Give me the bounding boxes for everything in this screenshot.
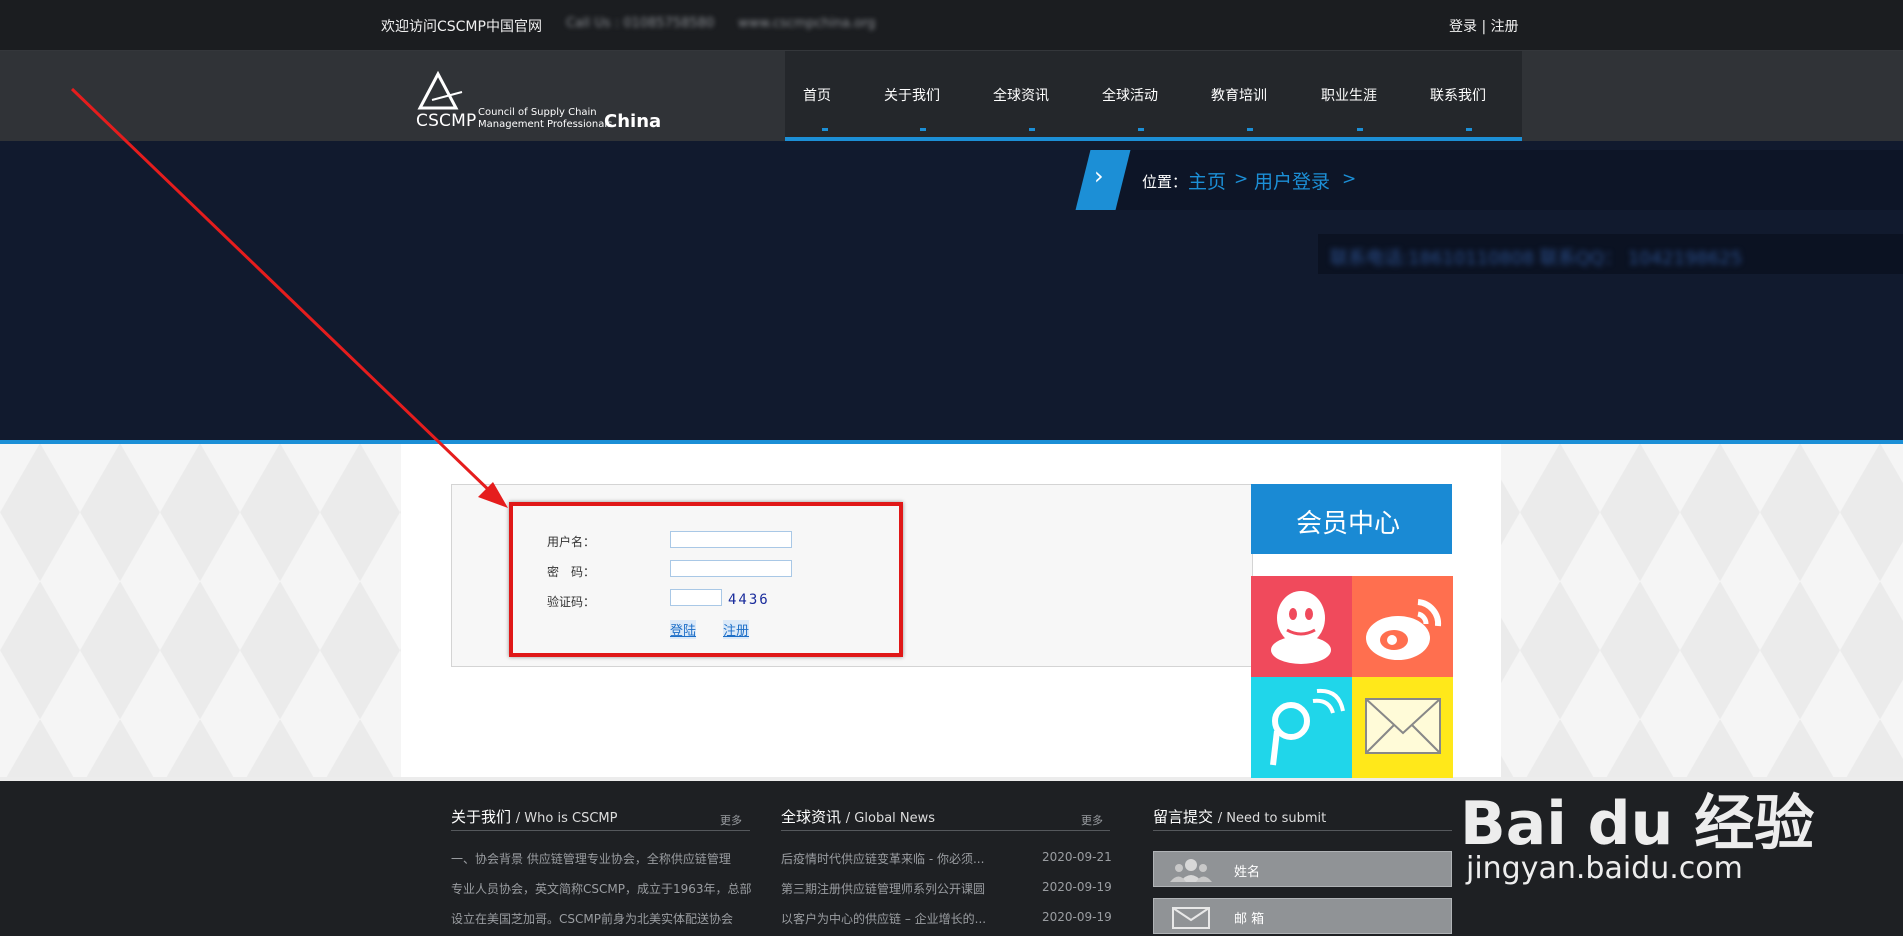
- logo-line1: Council of Supply Chain: [478, 107, 597, 118]
- nav-item-training[interactable]: 教育培训: [1211, 85, 1267, 105]
- footer-divider: [781, 830, 1110, 831]
- logo-subtitle: Council of Supply Chain Management Profe…: [478, 107, 612, 131]
- auth-links: 登录 | 注册: [1449, 16, 1519, 36]
- mail-icon: [1365, 698, 1441, 754]
- footer-about-more[interactable]: 更多: [720, 812, 742, 828]
- footer-about-subtitle: / Who is CSCMP: [515, 811, 618, 826]
- footer-news-item[interactable]: 第三期注册供应链管理师系列公开课圆: [781, 880, 985, 897]
- qq-tile[interactable]: [1251, 576, 1352, 677]
- logo-triangle-icon: [417, 70, 463, 110]
- footer-news-subtitle: / Global News: [845, 811, 936, 826]
- footer-news-title: 全球资讯 / Global News: [781, 806, 935, 827]
- logo-abbr: CSCMP: [416, 111, 477, 131]
- auth-separator: |: [1481, 19, 1487, 35]
- tencent-weibo-icon: [1270, 688, 1345, 766]
- nav-indicator: [1466, 128, 1472, 131]
- weibo-icon: [1366, 599, 1442, 660]
- site-url-text: www.cscmpchina.org: [738, 16, 876, 31]
- footer-news-date: 2020-09-19: [1042, 880, 1112, 894]
- tencent-weibo-tile[interactable]: [1251, 677, 1352, 778]
- contact-text: 联系电话:18610110808 联系QQ： 1042198625: [1330, 248, 1743, 269]
- annotation-highlight-box: [509, 502, 903, 657]
- nav-indicator: [1247, 128, 1253, 131]
- footer-about-line: 专业人员协会，英文简称CSCMP，成立于1963年，总部: [451, 882, 752, 896]
- footer-about-heading: 关于我们: [451, 808, 512, 826]
- breadcrumb-label: 位置：: [1142, 173, 1188, 191]
- nav-indicator: [1029, 128, 1035, 131]
- footer-news-heading: 全球资讯: [781, 808, 842, 826]
- welcome-text: 欢迎访问CSCMP中国官网: [381, 19, 542, 35]
- member-center-title: 会员中心: [1296, 509, 1401, 539]
- login-link[interactable]: 登录: [1449, 19, 1477, 35]
- logo-country: China: [604, 111, 662, 132]
- top-bar: 欢迎访问CSCMP中国官网 Call Us : 01085758580 www.…: [0, 0, 1903, 51]
- qq-icon: [1271, 591, 1331, 664]
- nav-indicator: [1138, 128, 1144, 131]
- nav-item-events[interactable]: 全球活动: [1102, 85, 1158, 105]
- nav-indicator: [1357, 128, 1363, 131]
- footer-email-field[interactable]: 邮 箱: [1153, 898, 1452, 934]
- nav-indicator: [822, 128, 828, 131]
- breadcrumb-current[interactable]: 用户登录: [1254, 167, 1330, 194]
- footer-news-item[interactable]: 以客户为中心的供应链 – 企业增长的...: [781, 910, 986, 927]
- footer-about-line: 一、协会背景 供应链管理专业协会，全称供应链管理: [451, 852, 731, 866]
- footer-name-field[interactable]: 姓名: [1153, 851, 1452, 887]
- footer-about-title: 关于我们 / Who is CSCMP: [451, 806, 617, 827]
- weibo-tile[interactable]: [1352, 576, 1453, 677]
- footer-news-item[interactable]: 后疫情时代供应链变革来临 - 你必须...: [781, 850, 984, 867]
- mail-tile[interactable]: [1352, 677, 1453, 778]
- footer-news-date: 2020-09-21: [1042, 850, 1112, 864]
- footer-divider: [1153, 830, 1452, 831]
- chevron-right-icon: ›: [1094, 162, 1104, 190]
- breadcrumb-home[interactable]: 主页: [1188, 167, 1226, 194]
- footer-email-label: 邮 箱: [1234, 912, 1265, 927]
- users-icon: [1170, 859, 1212, 882]
- breadcrumb: [1110, 150, 1903, 210]
- nav-item-about[interactable]: 关于我们: [884, 85, 940, 105]
- footer-news-more[interactable]: 更多: [1081, 812, 1103, 828]
- baidu-watermark-url: jingyan.baidu.com: [1466, 851, 1743, 886]
- footer-submit-subtitle: / Need to submit: [1217, 811, 1327, 826]
- baidu-watermark: Bai du 经验: [1460, 789, 1815, 859]
- nav-item-career[interactable]: 职业生涯: [1321, 85, 1377, 105]
- nav-indicator: [920, 128, 926, 131]
- footer-about-line: 设立在美国芝加哥。CSCMP前身为北美实体配送协会: [451, 912, 733, 926]
- call-us-text: Call Us : 01085758580: [566, 16, 715, 31]
- nav-item-home[interactable]: 首页: [803, 85, 831, 105]
- footer-news-date: 2020-09-19: [1042, 910, 1112, 924]
- breadcrumb-separator: >: [1342, 169, 1357, 189]
- register-link[interactable]: 注册: [1491, 19, 1519, 35]
- logo-line2: Management Professionals: [478, 119, 613, 130]
- footer-submit-title: 留言提交 / Need to submit: [1153, 806, 1326, 827]
- footer-name-label: 姓名: [1234, 865, 1261, 880]
- nav-item-contact[interactable]: 联系我们: [1430, 85, 1486, 105]
- breadcrumb-separator: >: [1234, 169, 1249, 189]
- footer-divider: [451, 830, 750, 831]
- footer-submit-heading: 留言提交: [1153, 808, 1214, 826]
- envelope-icon: [1172, 907, 1210, 929]
- nav-item-news[interactable]: 全球资讯: [993, 85, 1049, 105]
